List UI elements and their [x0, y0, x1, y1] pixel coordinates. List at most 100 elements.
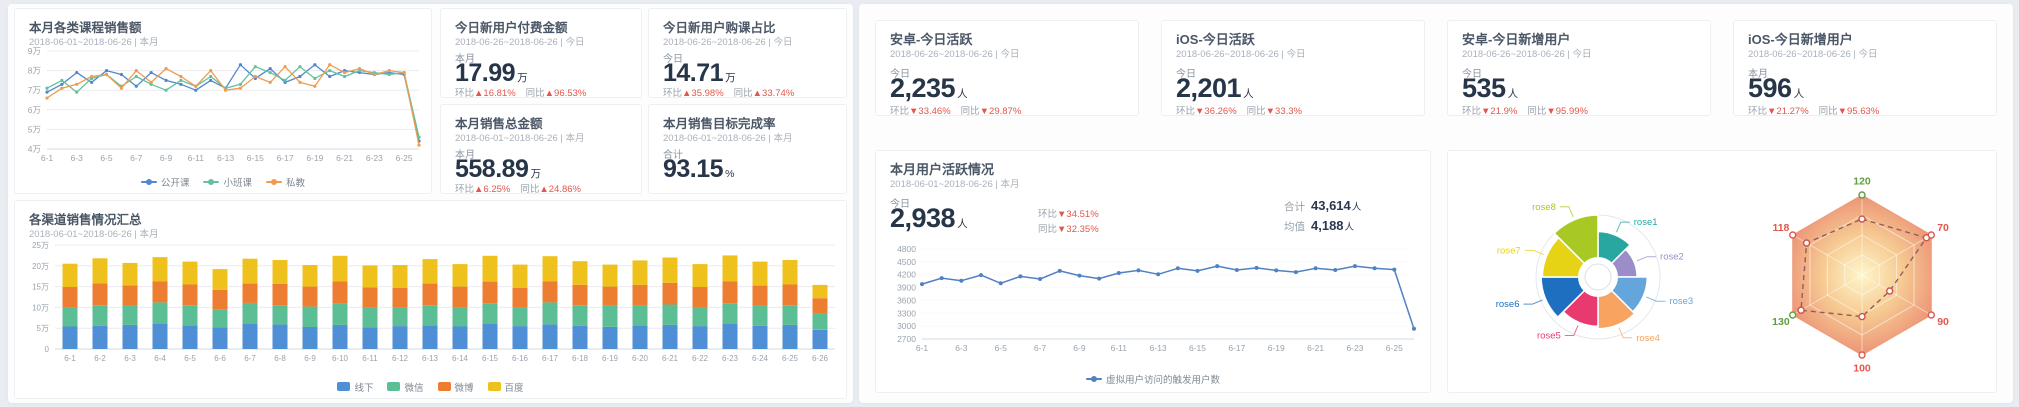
android-daily-active-card: 安卓-今日活跃 2018-06-26~2018-06-26 | 今日 今日 2,…: [875, 20, 1139, 116]
legend-marker: [1086, 378, 1102, 380]
ratio-label: 同比: [1247, 106, 1266, 116]
svg-text:6-13: 6-13: [217, 153, 234, 163]
svg-text:6-25: 6-25: [1386, 343, 1403, 353]
ratio-value: ▲35.98%: [682, 88, 724, 98]
stat-unit: 万: [530, 168, 541, 180]
svg-text:rose3: rose3: [1669, 296, 1693, 307]
card-subtitle: 2018-06-01~2018-06-26 | 本月: [455, 130, 584, 144]
legend-item[interactable]: 线下: [337, 380, 373, 394]
legend-item[interactable]: 公开课: [141, 175, 190, 189]
svg-text:6-15: 6-15: [247, 153, 264, 163]
legend-item[interactable]: 百度: [488, 380, 524, 394]
stat-unit: 人: [957, 218, 968, 230]
rose-radar-card: rose1rose2rose3rose4rose5rose6rose7rose8…: [1447, 150, 1997, 393]
svg-text:2700: 2700: [897, 334, 916, 344]
svg-text:rose6: rose6: [1496, 299, 1520, 310]
legend-item[interactable]: 小班课: [203, 175, 252, 189]
ratio-label: 同比: [734, 88, 753, 98]
ratio-label: 同比: [1038, 224, 1057, 235]
svg-text:6-4: 6-4: [154, 354, 166, 363]
svg-text:6-3: 6-3: [955, 343, 968, 353]
svg-text:9万: 9万: [28, 46, 41, 56]
legend-label: 公开课: [161, 175, 190, 189]
stat-value: 14.71: [663, 59, 723, 87]
svg-text:5万: 5万: [37, 324, 49, 333]
svg-text:rose1: rose1: [1634, 217, 1658, 228]
right-dashboard-panel: 安卓-今日活跃 2018-06-26~2018-06-26 | 今日 今日 2,…: [859, 4, 2013, 403]
legend-marker: [266, 181, 282, 183]
today-new-user-course-ratio-card: 今日新用户购课占比 2018-06-26~2018-06-26 | 今日 今日 …: [648, 8, 847, 98]
channel-sales-bar-card: 各渠道销售情况汇总 2018-06-01~2018-06-26 | 本月 25万…: [14, 200, 847, 399]
card-subtitle: 2018-06-26~2018-06-26 | 今日: [455, 34, 584, 48]
legend-marker: [203, 181, 219, 183]
svg-text:6-3: 6-3: [71, 153, 84, 163]
svg-text:6-9: 6-9: [304, 354, 316, 363]
svg-text:6-19: 6-19: [1268, 343, 1285, 353]
svg-text:6-7: 6-7: [1034, 343, 1047, 353]
legend-item[interactable]: 虚拟用户访问的触发用户数: [1086, 372, 1220, 386]
channel-sales-legend: 线下 微信 微博百度: [15, 378, 846, 396]
svg-text:6-11: 6-11: [362, 354, 378, 363]
ratio-label: 环比: [1038, 209, 1057, 220]
svg-text:6-9: 6-9: [160, 153, 173, 163]
svg-text:6-24: 6-24: [752, 354, 769, 363]
summary-average: 均值4,188人: [1284, 217, 1361, 237]
svg-text:130: 130: [1772, 316, 1790, 328]
stat-unit: 万: [725, 72, 736, 84]
legend-item[interactable]: 微信: [387, 380, 423, 394]
svg-text:rose2: rose2: [1660, 252, 1684, 263]
stat-value: 2,235: [890, 73, 955, 103]
svg-text:6-19: 6-19: [306, 153, 323, 163]
svg-text:4800: 4800: [897, 244, 916, 254]
legend-marker: [438, 382, 451, 391]
svg-text:6-26: 6-26: [812, 354, 829, 363]
legend-item[interactable]: 微博: [438, 380, 474, 394]
user-activity-line-chart: 480045004200390036003300300027006-16-36-…: [880, 241, 1428, 371]
legend-label: 微信: [404, 380, 423, 394]
svg-text:6-14: 6-14: [452, 354, 469, 363]
legend-marker: [488, 382, 501, 391]
svg-text:6-5: 6-5: [100, 153, 113, 163]
svg-text:rose8: rose8: [1532, 202, 1556, 213]
summary-total: 合计43,614人: [1284, 197, 1361, 217]
svg-text:6-18: 6-18: [572, 354, 589, 363]
svg-text:6-10: 6-10: [332, 354, 349, 363]
svg-text:6-16: 6-16: [512, 354, 529, 363]
ratio-label: 同比: [961, 106, 980, 116]
month-total-sales-card: 本月销售总金额 2018-06-01~2018-06-26 | 本月 本月 55…: [440, 104, 642, 194]
svg-text:rose5: rose5: [1537, 330, 1561, 341]
rose-pie-chart: rose1rose2rose3rose4rose5rose6rose7rose8: [1448, 151, 1728, 393]
svg-text:3300: 3300: [897, 308, 916, 318]
svg-text:4万: 4万: [28, 144, 41, 154]
svg-text:6-7: 6-7: [244, 354, 256, 363]
svg-text:6-3: 6-3: [124, 354, 136, 363]
stat-change-row: 环比▲6.25%同比▲24.86%: [455, 181, 591, 194]
svg-text:15万: 15万: [32, 283, 49, 292]
stat-value-row: 2,938人: [890, 203, 968, 234]
android-new-users-card: 安卓-今日新增用户 2018-06-26~2018-06-26 | 今日 今日 …: [1447, 20, 1711, 116]
left-dashboard-panel: 本月各类课程销售额 2018-06-01~2018-06-26 | 本月 9万8…: [8, 4, 853, 403]
stat-value: 535: [1462, 73, 1506, 103]
stat-change-row: 环比▲16.81%同比▲96.53%: [455, 85, 596, 98]
card-subtitle: 2018-06-01~2018-06-26 | 本月: [890, 176, 1019, 190]
course-sales-legend: 公开课小班课私教: [15, 173, 431, 191]
channel-sales-bar-chart: 25万20万15万10万5万06-16-26-36-46-56-66-76-86…: [15, 237, 847, 379]
svg-text:5万: 5万: [28, 124, 41, 134]
stat-change-stack: 环比▼34.51% 同比▼32.35%: [1038, 207, 1109, 237]
ratio-value: ▼36.26%: [1195, 106, 1237, 116]
stat-unit: 万: [517, 72, 528, 84]
legend-item[interactable]: 私教: [266, 175, 305, 189]
svg-text:25万: 25万: [32, 241, 49, 250]
card-subtitle: 2018-06-01~2018-06-26 | 本月: [663, 130, 792, 144]
card-subtitle: 2018-06-26~2018-06-26 | 今日: [663, 34, 792, 48]
svg-text:6-25: 6-25: [782, 354, 799, 363]
svg-text:6-13: 6-13: [1150, 343, 1167, 353]
svg-text:6-17: 6-17: [277, 153, 294, 163]
svg-text:6-11: 6-11: [188, 153, 205, 163]
svg-text:6-20: 6-20: [632, 354, 649, 363]
stat-unit: 人: [1243, 88, 1254, 100]
svg-text:100: 100: [1853, 363, 1871, 375]
svg-text:6-19: 6-19: [602, 354, 619, 363]
stat-change-row: 环比▼36.26%同比▼33.3%: [1176, 103, 1312, 116]
ratio-value: ▼32.35%: [1057, 224, 1099, 235]
